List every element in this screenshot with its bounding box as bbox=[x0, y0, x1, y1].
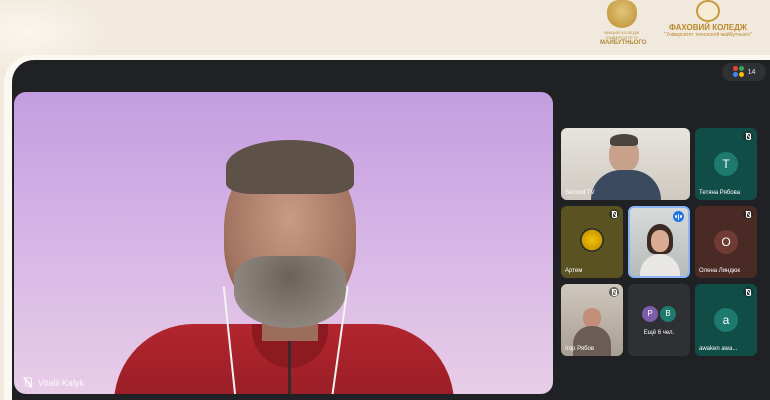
participant-tile[interactable]: T Тетяна Рябова bbox=[695, 128, 757, 200]
participant-name: Олена Линдюк bbox=[699, 268, 740, 274]
google-meet-icon bbox=[732, 66, 745, 78]
meeting-screen: 14 Vitalii Kalyk Second TV T Тетяна Рябо… bbox=[12, 60, 770, 400]
university-logo: ВИЩИЙ КОЛЕДЖ УНІВЕРСИТЕТУ МАЙБУТНЬОГО bbox=[600, 0, 647, 46]
participant-avatar: a bbox=[714, 308, 738, 332]
participant-count: 14 bbox=[747, 68, 756, 76]
participant-tile[interactable]: Ігор Рябов bbox=[561, 284, 623, 356]
participant-avatar: P bbox=[642, 306, 658, 322]
college-title: ФАХОВИЙ КОЛЕДЖ bbox=[668, 23, 748, 32]
mic-muted-icon bbox=[609, 209, 619, 219]
speaking-indicator-icon bbox=[673, 211, 684, 222]
participant-avatar: O bbox=[714, 230, 738, 254]
wings-emblem-icon bbox=[607, 0, 637, 28]
college-seal-icon bbox=[696, 0, 720, 22]
participant-name: Тетяна Рябова bbox=[699, 190, 741, 196]
mic-muted-icon bbox=[743, 209, 753, 219]
participants-button[interactable]: 14 bbox=[722, 63, 766, 81]
more-participants-tile[interactable]: P B Ещё 6 чел. bbox=[628, 284, 690, 356]
participant-avatar: T bbox=[714, 152, 738, 176]
college-logo: ФАХОВИЙ КОЛЕДЖ "Університет технологій м… bbox=[658, 0, 758, 38]
main-speaker-tile[interactable]: Vitalii Kalyk bbox=[14, 92, 553, 394]
participant-tile-active[interactable] bbox=[628, 206, 690, 278]
participant-tile[interactable]: Артем bbox=[561, 206, 623, 278]
participant-avatar: B bbox=[660, 306, 676, 322]
participant-name: Артем bbox=[565, 268, 583, 274]
university-logo-caption: МАЙБУТНЬОГО bbox=[600, 40, 647, 46]
mic-muted-icon bbox=[22, 377, 33, 388]
participant-tile[interactable]: Second TV bbox=[561, 128, 690, 200]
main-speaker-name-label: Vitalii Kalyk bbox=[22, 377, 84, 388]
mic-muted-icon bbox=[743, 131, 753, 141]
college-subtitle: "Університет технологій майбутнього" bbox=[664, 32, 752, 38]
participant-name: Second TV bbox=[565, 190, 595, 196]
university-logo-caption-small: ВИЩИЙ КОЛЕДЖ УНІВЕРСИТЕТУ bbox=[604, 30, 640, 40]
speaker-video bbox=[114, 136, 454, 394]
main-speaker-name: Vitalii Kalyk bbox=[38, 377, 84, 388]
participant-name: awaken awa... bbox=[699, 346, 738, 352]
participant-avatar-image bbox=[580, 228, 604, 252]
more-participants-label: Ещё 6 чел. bbox=[643, 330, 675, 336]
header-logos: ВИЩИЙ КОЛЕДЖ УНІВЕРСИТЕТУ МАЙБУТНЬОГО ФА… bbox=[600, 0, 760, 50]
participant-name: Ігор Рябов bbox=[565, 346, 595, 352]
participant-tile[interactable]: a awaken awa... bbox=[695, 284, 757, 356]
participant-tile[interactable]: O Олена Линдюк bbox=[695, 206, 757, 278]
mic-muted-icon bbox=[743, 287, 753, 297]
mic-muted-icon bbox=[609, 287, 619, 297]
